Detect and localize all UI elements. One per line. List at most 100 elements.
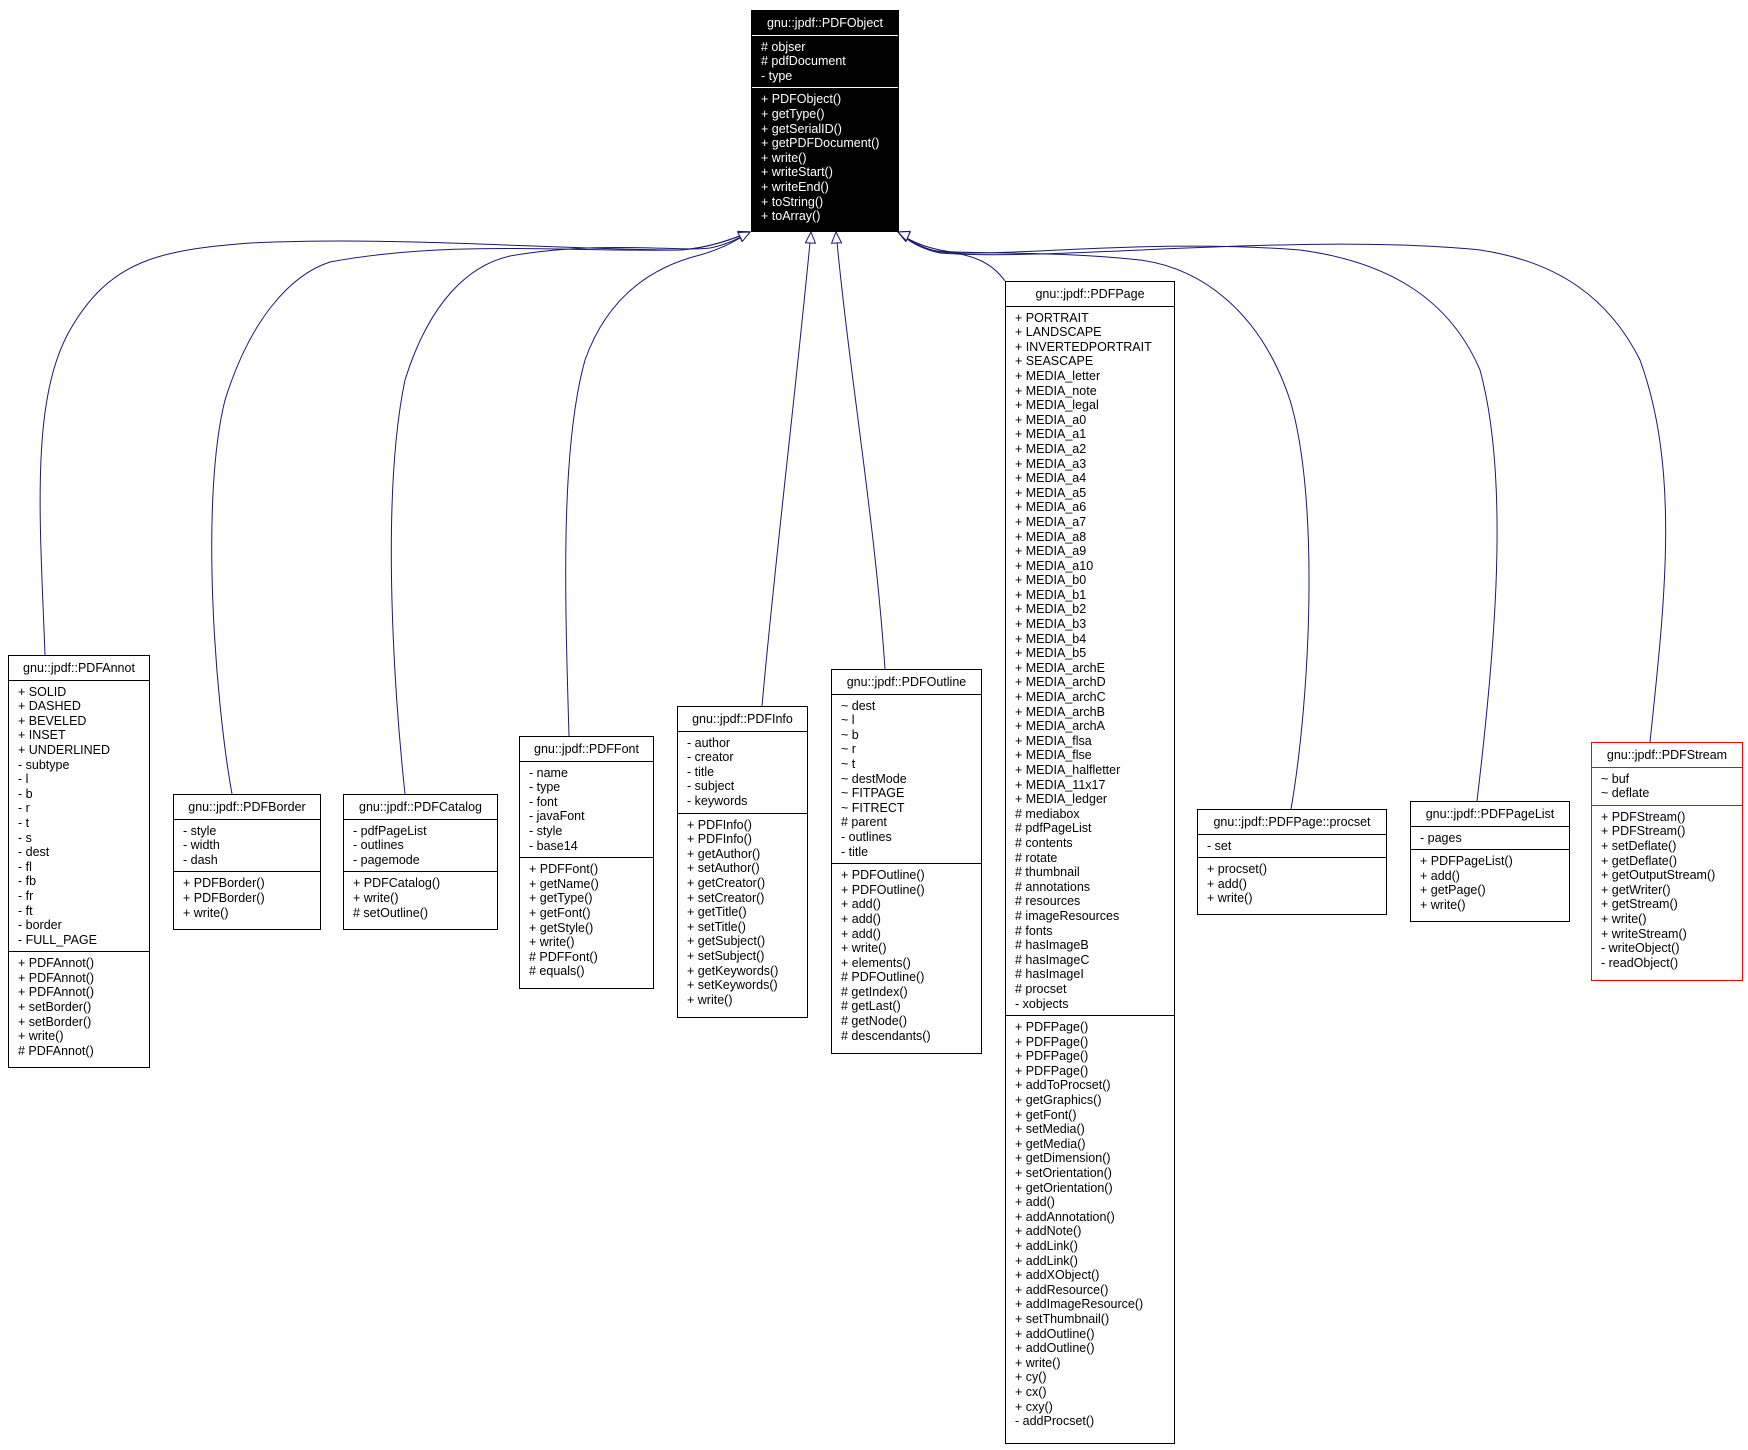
inheritance-edge-pdfoutline	[830, 230, 886, 670]
class-method: + getFont()	[1015, 1107, 1077, 1122]
class-box-pdfoutline[interactable]: gnu::jpdf::PDFOutline ~ dest ~ l ~ b ~ r ~ t…	[831, 669, 982, 1054]
class-method: + write()	[183, 905, 229, 920]
class-attribute: - FULL_PAGE	[18, 932, 97, 947]
class-method: + PDFPage()	[1015, 1063, 1089, 1078]
class-method: + write()	[1420, 897, 1466, 912]
inheritance-edge-pdfborder	[211, 230, 752, 795]
class-method: + cy()	[1015, 1370, 1047, 1385]
class-method: + getFont()	[529, 905, 591, 920]
class-attributes: - pages	[1411, 827, 1569, 851]
class-method: + setBorder()	[18, 1014, 92, 1029]
class-attribute: + MEDIA_letter	[1015, 368, 1101, 383]
class-method: + PDFAnnot()	[18, 985, 95, 1000]
class-attribute: + MEDIA_a10	[1015, 558, 1094, 573]
class-attribute: + MEDIA_a5	[1015, 485, 1087, 500]
class-method: + toArray()	[761, 209, 821, 224]
class-name: gnu::jpdf::PDFPage::procset	[1198, 810, 1386, 835]
class-method: + add()	[841, 926, 881, 941]
class-box-pdfpagelist[interactable]: gnu::jpdf::PDFPageList - pages + PDFPage…	[1410, 801, 1570, 922]
class-attributes: ~ buf ~ deflate	[1592, 768, 1742, 806]
class-attribute: - border	[18, 918, 62, 933]
class-box-pdfstream[interactable]: gnu::jpdf::PDFStream ~ buf ~ deflate + PD…	[1591, 742, 1743, 981]
class-attribute: + MEDIA_a7	[1015, 514, 1087, 529]
class-box-pdfobject[interactable]: gnu::jpdf::PDFObject # objser # pdfDocume…	[751, 10, 899, 232]
class-method: + PDFPage()	[1015, 1049, 1089, 1064]
class-attribute: - style	[529, 823, 563, 838]
class-attribute: + MEDIA_b4	[1015, 631, 1087, 646]
edge-line	[211, 231, 751, 795]
class-method: + addXObject()	[1015, 1268, 1100, 1283]
class-methods: + procset() + add() + write()	[1198, 858, 1386, 910]
class-method: + write()	[761, 150, 807, 165]
class-attribute: + MEDIA_a6	[1015, 500, 1087, 515]
class-attribute: - author	[687, 735, 731, 750]
class-attributes: + SOLID + DASHED + BEVELED + INSET + UNDERLI…	[9, 681, 149, 953]
class-method: + add()	[841, 911, 881, 926]
class-method: + addResource()	[1015, 1282, 1109, 1297]
class-attribute: + MEDIA_archD	[1015, 675, 1106, 690]
class-attribute: # procset	[1015, 981, 1067, 996]
class-method: + getStream()	[1601, 897, 1678, 912]
edge-line	[897, 231, 1006, 282]
class-attribute: ~ FITRECT	[841, 800, 905, 815]
class-attribute: - name	[529, 765, 568, 780]
class-name: gnu::jpdf::PDFPageList	[1411, 802, 1569, 827]
inheritance-edge-pdffont	[565, 231, 752, 737]
class-attribute: - outlines	[353, 838, 404, 853]
class-name: gnu::jpdf::PDFAnnot	[9, 656, 149, 681]
class-attribute: - t	[18, 815, 30, 830]
class-method: + write()	[18, 1029, 64, 1044]
class-attribute: # hasImageC	[1015, 952, 1090, 967]
class-attribute: - xobjects	[1015, 996, 1069, 1011]
class-method: + cxy()	[1015, 1399, 1053, 1414]
class-method: + addToProcset()	[1015, 1078, 1111, 1093]
class-attribute: # pdfDocument	[761, 54, 846, 69]
class-method: + add()	[1420, 868, 1460, 883]
class-attribute: ~ r	[841, 742, 856, 757]
class-attribute: + MEDIA_a9	[1015, 544, 1087, 559]
class-box-pdfpage[interactable]: gnu::jpdf::PDFPage + PORTRAIT + LANDSCAPE…	[1005, 281, 1175, 1444]
inheritance-edge-pdfpage	[896, 231, 1006, 282]
class-attribute: - outlines	[841, 829, 892, 844]
class-method: + getName()	[529, 876, 599, 891]
class-diagram: gnu::jpdf::PDFObject # objser # pdfDocume…	[0, 0, 1748, 1450]
class-box-pdfborder[interactable]: gnu::jpdf::PDFBorder - style - width - das…	[173, 794, 321, 930]
class-attribute: - base14	[529, 838, 578, 853]
class-attribute: - keywords	[687, 793, 748, 808]
class-box-pdffont[interactable]: gnu::jpdf::PDFFont - name - type - font - j…	[519, 736, 654, 989]
class-method: + setOrientation()	[1015, 1166, 1112, 1181]
class-attribute: - title	[841, 844, 869, 859]
class-method: + PDFStream()	[1601, 809, 1686, 824]
class-attribute: - style	[183, 823, 217, 838]
class-attribute: - width	[183, 838, 220, 853]
class-method: + getKeywords()	[687, 963, 779, 978]
class-attributes: # objser # pdfDocument - type	[752, 36, 898, 89]
class-name: gnu::jpdf::PDFInfo	[678, 707, 807, 732]
class-attribute: + MEDIA_archE	[1015, 660, 1105, 675]
class-box-pdfannot[interactable]: gnu::jpdf::PDFAnnot + SOLID + DASHED + BEV…	[8, 655, 150, 1068]
class-box-procset[interactable]: gnu::jpdf::PDFPage::procset - set + proc…	[1197, 809, 1387, 915]
class-attribute: - title	[687, 764, 715, 779]
edge-line	[761, 231, 812, 707]
class-attribute: - dash	[183, 852, 218, 867]
class-box-pdfcatalog[interactable]: gnu::jpdf::PDFCatalog - pdfPageList - out…	[343, 794, 498, 930]
class-methods: + PDFCatalog() + write() # setOutline()	[344, 872, 497, 924]
class-attribute: ~ destMode	[841, 771, 907, 786]
class-attribute: # imageResources	[1015, 908, 1120, 923]
generalization-arrowhead-icon	[804, 230, 817, 244]
class-methods: + PDFPageList() + add() + getPage() + write…	[1411, 850, 1569, 916]
class-method: + write()	[1601, 911, 1647, 926]
class-attribute: + MEDIA_flsa	[1015, 733, 1092, 748]
class-box-pdfinfo[interactable]: gnu::jpdf::PDFInfo - author - creator - ti…	[677, 706, 808, 1018]
class-method: + PDFStream()	[1601, 824, 1686, 839]
class-attribute: # fonts	[1015, 923, 1053, 938]
class-methods: + PDFOutline() + PDFOutline() + add() + add…	[832, 864, 981, 1047]
class-method: - readObject()	[1601, 955, 1679, 970]
class-method: + getCreator()	[687, 875, 766, 890]
class-methods: + PDFInfo() + PDFInfo() + getAuthor() + set…	[678, 814, 807, 1012]
class-method: + getOrientation()	[1015, 1180, 1113, 1195]
class-method: # PDFFont()	[529, 949, 598, 964]
class-attribute: - fr	[18, 888, 34, 903]
class-attribute: + MEDIA_a4	[1015, 471, 1087, 486]
class-attribute: ~ dest	[841, 698, 876, 713]
